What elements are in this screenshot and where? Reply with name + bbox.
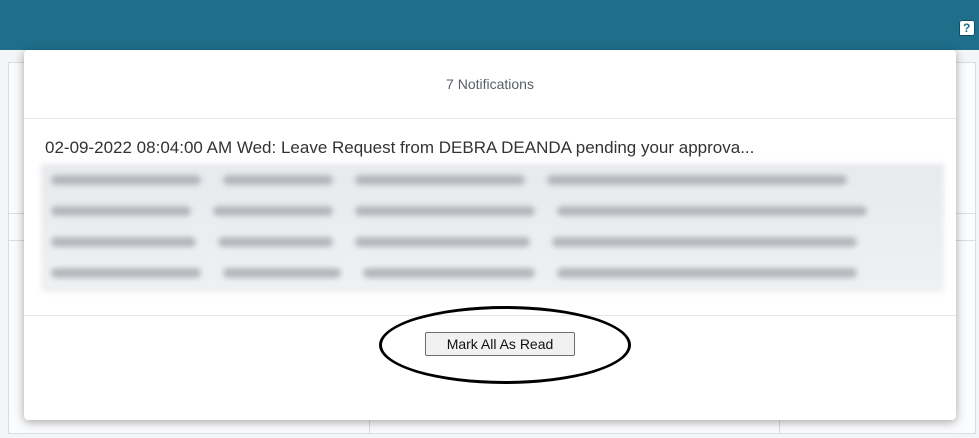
blurred-notification-row bbox=[41, 197, 944, 225]
blurred-notification-items bbox=[41, 164, 944, 292]
top-bar: ? bbox=[0, 0, 979, 50]
notifications-modal: 7 Notifications 02-09-2022 08:04:00 AM W… bbox=[24, 50, 956, 420]
help-icon[interactable]: ? bbox=[959, 20, 975, 36]
blurred-notification-row bbox=[41, 228, 944, 256]
app-background: ? 7 Notifications 02-09-2022 08:04:00 AM… bbox=[0, 0, 979, 438]
help-icon-glyph: ? bbox=[963, 21, 971, 35]
notification-item[interactable]: 02-09-2022 08:04:00 AM Wed: Leave Reques… bbox=[45, 138, 949, 158]
modal-header: 7 Notifications bbox=[24, 50, 956, 119]
modal-title: 7 Notifications bbox=[446, 76, 534, 92]
blurred-notification-row bbox=[41, 166, 944, 194]
blurred-notification-row bbox=[41, 259, 944, 287]
mark-all-read-button[interactable]: Mark All As Read bbox=[425, 332, 575, 356]
mark-all-read-area: Mark All As Read bbox=[379, 306, 631, 384]
